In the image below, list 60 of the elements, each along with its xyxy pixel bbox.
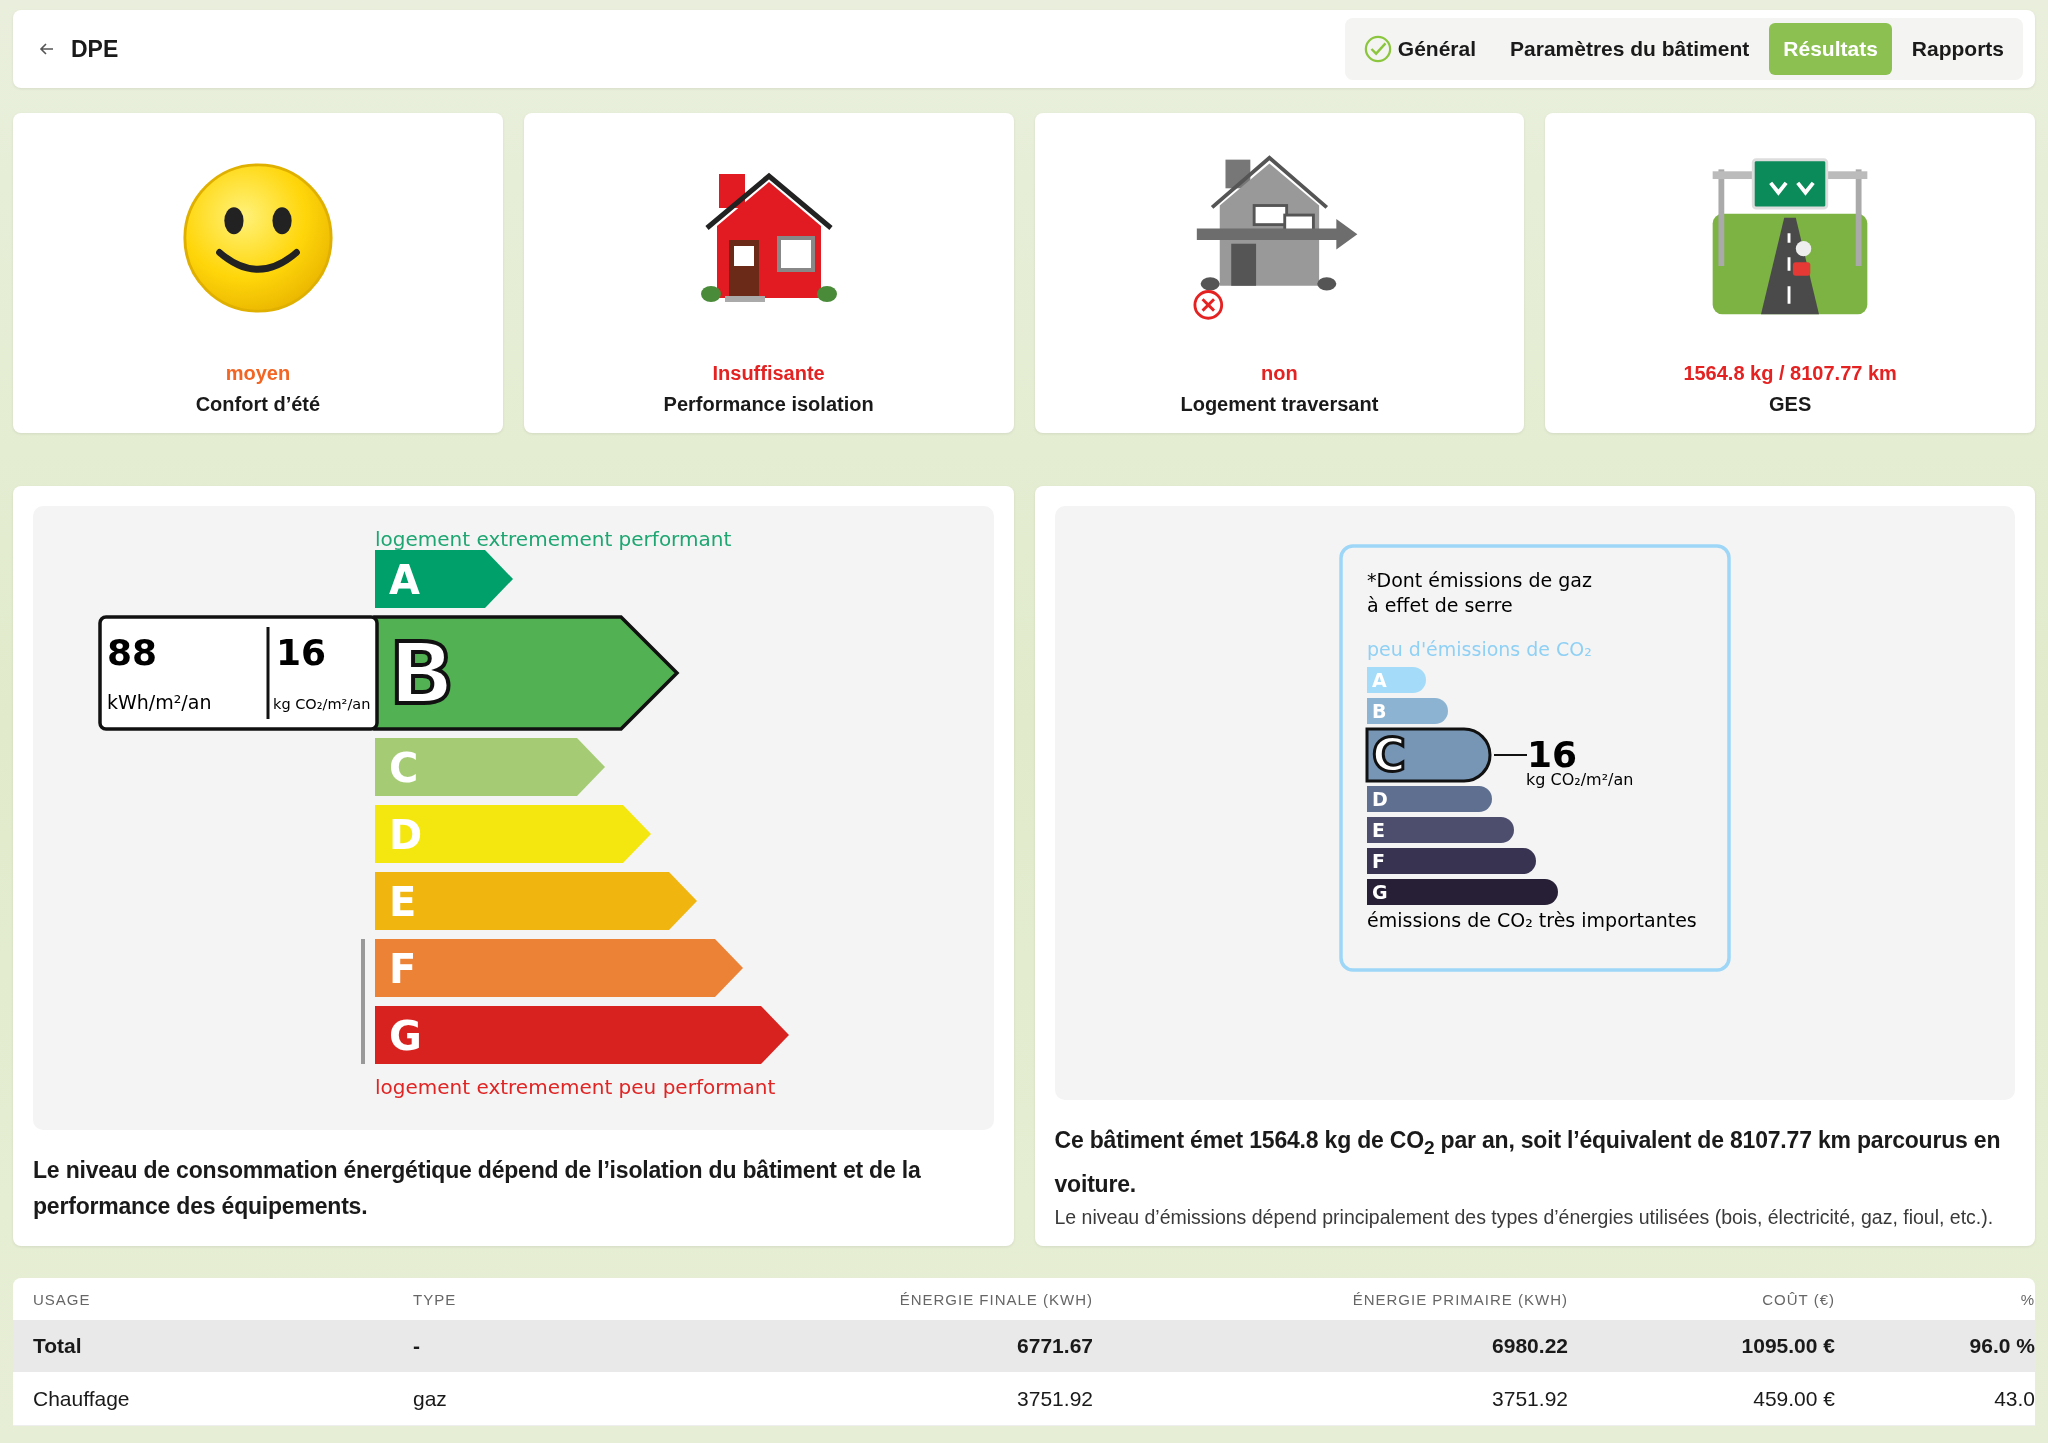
table-cell-text: 6771.67 xyxy=(1016,1334,1093,1358)
status-value: non xyxy=(1261,362,1298,385)
top-caption: logement extremement performant xyxy=(375,527,732,551)
leader-line xyxy=(1492,754,1528,756)
status-value: moyen xyxy=(225,362,291,385)
table-cell-text: 459.00 € xyxy=(1752,1386,1835,1411)
indicator-label: Confort d’été xyxy=(195,393,321,416)
energy-class-bar: C xyxy=(375,738,605,796)
energy-class-bar: G xyxy=(375,1006,789,1064)
energy-value: 88 xyxy=(107,632,158,673)
table-cell-text: 96.0 % xyxy=(1968,1334,2035,1358)
column-header: % xyxy=(2019,1290,2035,1308)
energy-explanation: Le niveau de consommation énergétique dépend de l’isolation du bâtiment et de la performance des équipements. xyxy=(33,1156,922,1221)
tab[interactable]: Paramètres du bâtiment xyxy=(1496,23,1764,75)
table-cell-text: 1095.00 € xyxy=(1740,1334,1835,1358)
energy-class-bar: D xyxy=(375,805,651,863)
label-title: *Dont émissions de gaz xyxy=(1366,569,1592,591)
indicator-label: Performance isolation xyxy=(663,393,874,416)
emission-class-bar: C xyxy=(1365,727,1492,783)
energy-unit: kWh/m²/an xyxy=(107,691,212,713)
label-title: à effet de serre xyxy=(1366,594,1513,616)
emission-class-bar: B xyxy=(1366,698,1448,724)
energy-class-bar: E xyxy=(375,872,697,930)
emission-class-bar: D xyxy=(1366,786,1492,812)
column-header: ÉNERGIE PRIMAIRE (KWH) xyxy=(1351,1290,1568,1308)
column-header: TYPE xyxy=(413,1290,458,1308)
tab[interactable]: Rapports xyxy=(1897,23,2018,75)
top-caption: peu d'émissions de CO₂ xyxy=(1366,638,1592,660)
emission-unit: kg CO₂/m²/an xyxy=(273,696,371,712)
emission-value: 16 xyxy=(276,632,327,673)
tab[interactable]: Général xyxy=(1349,23,1491,75)
emission-class-bar: E xyxy=(1366,817,1514,843)
emission-class-bar: F xyxy=(1366,848,1536,874)
energy-class-bar: F xyxy=(375,939,743,997)
table-cell-text: 3751.92 xyxy=(1491,1386,1568,1411)
status-value: 1564.8 kg / 8107.77 km xyxy=(1683,362,1897,385)
emission-note: Le niveau d’émissions dépend principalement des types d’énergies utilisées (bois, électricité, gaz, fioul, etc.). xyxy=(1054,1204,1995,1230)
status-value: Insuffisante xyxy=(712,362,825,385)
table-cell-text: - xyxy=(413,1334,421,1358)
page-title: DPE xyxy=(71,35,119,63)
table-cell-text: Total xyxy=(33,1334,83,1358)
table-cell-text: gaz xyxy=(413,1386,448,1411)
column-header: COÛT (€) xyxy=(1761,1290,1835,1308)
indicator-label: Logement traversant xyxy=(1180,393,1379,416)
energy-class-bar: B xyxy=(373,615,680,731)
emission-class-bar: G xyxy=(1366,879,1558,905)
bottom-caption: émissions de CO₂ très importantes xyxy=(1366,909,1697,931)
column-header: USAGE xyxy=(33,1290,92,1308)
emission-explanation: Ce bâtiment émet 1564.8 kg de CO$_{2}$ par an, soit l’équivalent de 8107.77 km parcourus en voiture. xyxy=(1054,1126,2002,1199)
table-cell-text: 3751.92 xyxy=(1016,1386,1093,1411)
table-cell-text: 6980.22 xyxy=(1491,1334,1568,1358)
indicator-label: GES xyxy=(1769,393,1812,416)
column-header: ÉNERGIE FINALE (KWH) xyxy=(898,1290,1093,1308)
table-cell-text: Chauffage xyxy=(33,1386,131,1411)
emission-unit: kg CO₂/m²/an xyxy=(1525,770,1634,789)
emission-class-bar: A xyxy=(1366,667,1426,693)
energy-class-bar: A xyxy=(375,550,513,608)
smiley-icon xyxy=(180,161,335,315)
table-cell-text: 43.0 xyxy=(1993,1386,2035,1411)
bottom-caption: logement extremement peu performant xyxy=(375,1075,776,1099)
